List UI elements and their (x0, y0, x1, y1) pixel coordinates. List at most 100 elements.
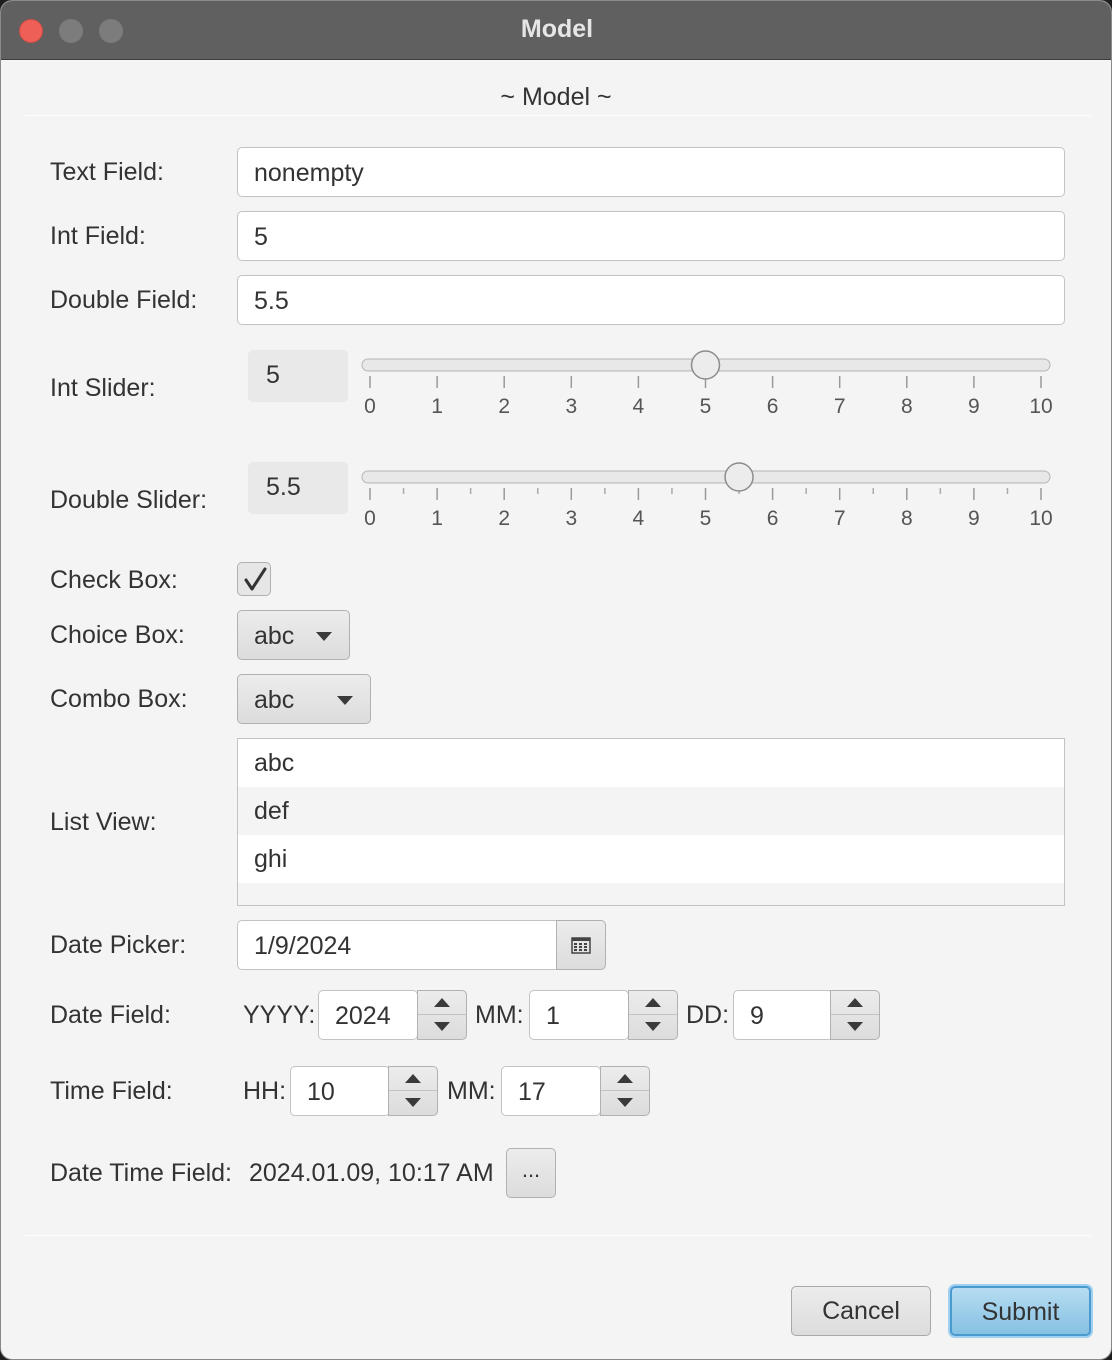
double-slider[interactable]: 0 1 2 3 4 5 6 7 8 9 10 (356, 460, 1056, 530)
choice-box-value: abc (254, 622, 295, 650)
year-increment-button[interactable] (418, 991, 466, 1015)
slider-tick-label: 7 (834, 507, 846, 530)
date-time-picker-button[interactable]: ... (506, 1148, 556, 1198)
day-stepper[interactable] (830, 990, 880, 1040)
int-field-input[interactable]: 5 (237, 211, 1065, 261)
chevron-up-icon (645, 998, 661, 1007)
form-header: ~ Model ~ (500, 83, 612, 111)
window-title: Model (520, 15, 594, 43)
double-slider-value: 5.5 (248, 462, 348, 514)
chevron-up-icon (847, 998, 863, 1007)
chevron-down-icon (337, 696, 353, 705)
slider-tick-label: 8 (901, 507, 913, 530)
minute-decrement-button[interactable] (601, 1091, 649, 1115)
hour-increment-button[interactable] (389, 1067, 437, 1091)
combo-box[interactable]: abc (237, 674, 371, 724)
title-bar: Model (1, 1, 1111, 60)
day-decrement-button[interactable] (831, 1015, 879, 1039)
double-field-input[interactable]: 5.5 (237, 275, 1065, 325)
hour-stepper[interactable] (388, 1066, 438, 1116)
list-view[interactable]: abc def ghi (237, 738, 1065, 906)
slider-tick-label: 4 (633, 507, 645, 530)
slider-tick-label: 2 (498, 395, 510, 418)
slider-tick-label: 9 (968, 395, 980, 418)
int-slider-label: Int Slider: (50, 374, 156, 402)
slider-tick-label: 3 (565, 507, 577, 530)
hour-input[interactable]: 10 (290, 1066, 390, 1116)
slider-tick-label: 0 (364, 395, 376, 418)
date-picker-label: Date Picker: (50, 931, 187, 959)
slider-tick-label: 5 (700, 395, 712, 418)
slider-tick-label: 9 (968, 507, 980, 530)
submit-button[interactable]: Submit (950, 1286, 1091, 1336)
model-dialog: Model ~ Model ~ Text Field: nonempty Int… (0, 0, 1112, 1360)
combo-box-value: abc (254, 686, 295, 714)
date-time-value: 2024.01.09, 10:17 AM (249, 1159, 494, 1187)
minute-label: MM: (447, 1077, 496, 1105)
chevron-down-icon (645, 1022, 661, 1031)
int-slider-value: 5 (248, 350, 348, 402)
slider-tick-label: 10 (1029, 395, 1052, 418)
hour-decrement-button[interactable] (389, 1091, 437, 1115)
chevron-down-icon (434, 1022, 450, 1031)
minute-increment-button[interactable] (601, 1067, 649, 1091)
date-time-field-label: Date Time Field: (50, 1159, 233, 1187)
choice-box-label: Choice Box: (50, 621, 185, 649)
slider-tick-label: 0 (364, 507, 376, 530)
month-label: MM: (475, 1001, 524, 1029)
slider-tick-label: 8 (901, 395, 913, 418)
chevron-up-icon (434, 998, 450, 1007)
checkmark-icon (244, 567, 267, 591)
time-field-label: Time Field: (50, 1077, 173, 1105)
slider-tick-label: 2 (498, 507, 510, 530)
double-field-label: Double Field: (50, 286, 198, 314)
month-input[interactable]: 1 (529, 990, 629, 1040)
int-slider[interactable]: 0 1 2 3 4 5 6 7 8 9 10 (356, 348, 1056, 418)
date-picker-button[interactable] (556, 920, 606, 970)
check-box[interactable] (237, 562, 271, 596)
slider-thumb (690, 350, 721, 380)
double-slider-label: Double Slider: (50, 486, 208, 514)
slider-tick-label: 10 (1029, 507, 1052, 530)
cancel-button[interactable]: Cancel (791, 1286, 931, 1336)
chevron-down-icon (617, 1098, 633, 1107)
footer-separator (25, 1235, 1091, 1236)
day-increment-button[interactable] (831, 991, 879, 1015)
minute-stepper[interactable] (600, 1066, 650, 1116)
chevron-down-icon (405, 1098, 421, 1107)
choice-box[interactable]: abc (237, 610, 350, 660)
text-field-label: Text Field: (50, 158, 164, 186)
slider-tick-label: 6 (767, 507, 779, 530)
slider-tick-label: 6 (767, 395, 779, 418)
minute-input[interactable]: 17 (501, 1066, 601, 1116)
day-label: DD: (686, 1001, 730, 1029)
text-field-input[interactable]: nonempty (237, 147, 1065, 197)
date-field-label: Date Field: (50, 1001, 171, 1029)
year-label: YYYY: (243, 1001, 316, 1029)
check-box-label: Check Box: (50, 566, 178, 594)
month-decrement-button[interactable] (629, 1015, 677, 1039)
list-view-label: List View: (50, 808, 157, 836)
month-increment-button[interactable] (629, 991, 677, 1015)
month-stepper[interactable] (628, 990, 678, 1040)
date-picker-input[interactable]: 1/9/2024 (237, 920, 557, 970)
int-field-label: Int Field: (50, 222, 146, 250)
chevron-down-icon (847, 1022, 863, 1031)
list-item[interactable]: ghi (238, 835, 1064, 883)
slider-tick-label: 1 (431, 507, 443, 530)
slider-tick-label: 7 (834, 395, 846, 418)
hour-label: HH: (243, 1077, 287, 1105)
slider-tick-label: 1 (431, 395, 443, 418)
year-input[interactable]: 2024 (318, 990, 418, 1040)
list-item[interactable]: abc (238, 739, 1064, 787)
day-input[interactable]: 9 (733, 990, 833, 1040)
calendar-icon (571, 937, 591, 954)
slider-track (361, 470, 1051, 484)
slider-tick-label: 4 (633, 395, 645, 418)
slider-tick-label: 3 (565, 395, 577, 418)
list-item[interactable]: def (238, 787, 1064, 835)
chevron-up-icon (405, 1074, 421, 1083)
year-stepper[interactable] (417, 990, 467, 1040)
combo-box-label: Combo Box: (50, 685, 188, 713)
year-decrement-button[interactable] (418, 1015, 466, 1039)
